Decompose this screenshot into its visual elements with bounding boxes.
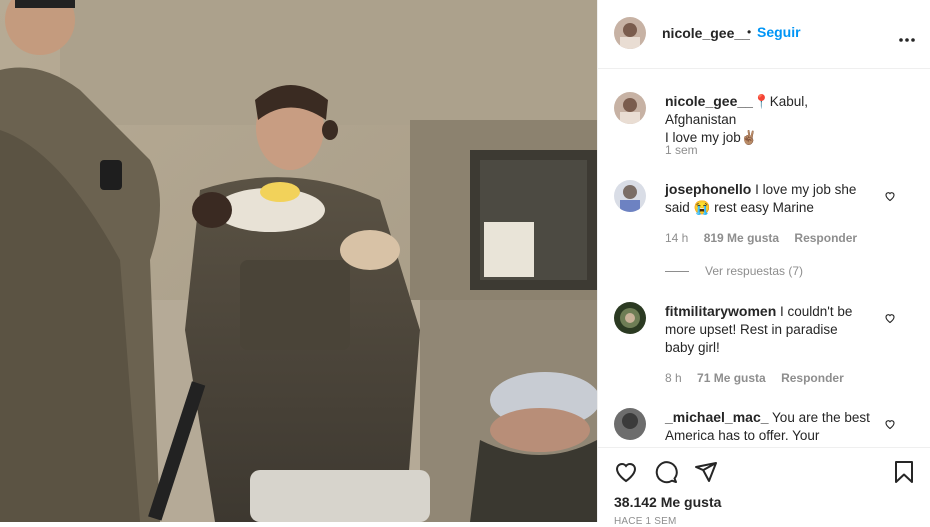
avatar-photo-icon [614,180,646,212]
comment-like-icon[interactable] [884,418,896,430]
header-separator: • [747,25,752,39]
comment-reply-button[interactable]: Responder [794,231,857,245]
commenter-avatar[interactable] [614,408,646,440]
comment-item: fitmilitarywomen I couldn't be more upse… [614,302,918,392]
caption-text: nicole_gee__📍Kabul, Afghanistan I love m… [665,92,870,147]
likes-count[interactable]: 38.142 Me gusta [614,494,721,510]
comment-username[interactable]: _michael_mac_ [665,409,769,425]
commenter-avatar[interactable] [614,302,646,334]
comment-reply-button[interactable]: Responder [781,371,844,385]
caption-username[interactable]: nicole_gee__ [665,93,753,109]
avatar-photo-icon [614,92,646,124]
avatar-photo-icon [614,17,646,49]
comment-text: _michael_mac_ You are the best America h… [665,408,870,445]
comment-username[interactable]: josephonello [665,181,751,197]
heart-icon[interactable] [614,460,638,484]
comment-text: fitmilitarywomen I couldn't be more upse… [665,302,870,357]
post-actions-bar: 38.142 Me gusta HACE 1 SEM [598,447,930,527]
share-icon[interactable] [694,460,718,484]
comment-item: josephonello I love my job she said 😭 re… [614,180,918,280]
comment-time: 14 h [665,231,689,245]
view-replies-label: Ver respuestas (7) [705,264,804,278]
post-side-panel: nicole_gee__ • Seguir nicole_gee__📍Kabul… [597,0,930,527]
comment-item: _michael_mac_ You are the best America h… [614,408,918,446]
comment-username[interactable]: fitmilitarywomen [665,303,776,319]
more-options-icon[interactable] [898,30,916,42]
follow-button[interactable]: Seguir [757,24,801,40]
comment-likes[interactable]: 71 Me gusta [697,371,766,385]
bookmark-icon[interactable] [892,460,916,484]
caption: nicole_gee__📍Kabul, Afghanistan I love m… [614,92,918,162]
comment-like-icon[interactable] [884,312,896,324]
comment-time: 8 h [665,371,682,385]
caption-time: 1 sem [665,143,698,157]
caption-avatar[interactable] [614,92,646,124]
author-username[interactable]: nicole_gee__ [662,25,750,41]
comment-meta: 14 h 819 Me gusta Responder [665,231,869,245]
comment-like-icon[interactable] [884,190,896,202]
soldier-holding-baby-image [0,0,597,522]
avatar-photo-icon [614,408,646,440]
post-header: nicole_gee__ • Seguir [598,0,930,69]
post-photo [0,0,597,522]
comment-meta: 8 h 71 Me gusta Responder [665,371,856,385]
replies-divider [665,271,689,273]
avatar-photo-icon [614,302,646,334]
author-avatar[interactable] [614,17,646,49]
view-replies-button[interactable]: Ver respuestas (7) [665,264,803,278]
commenter-avatar[interactable] [614,180,646,212]
comment-likes[interactable]: 819 Me gusta [704,231,779,245]
comment-icon[interactable] [654,460,678,484]
comment-text: josephonello I love my job she said 😭 re… [665,180,870,217]
